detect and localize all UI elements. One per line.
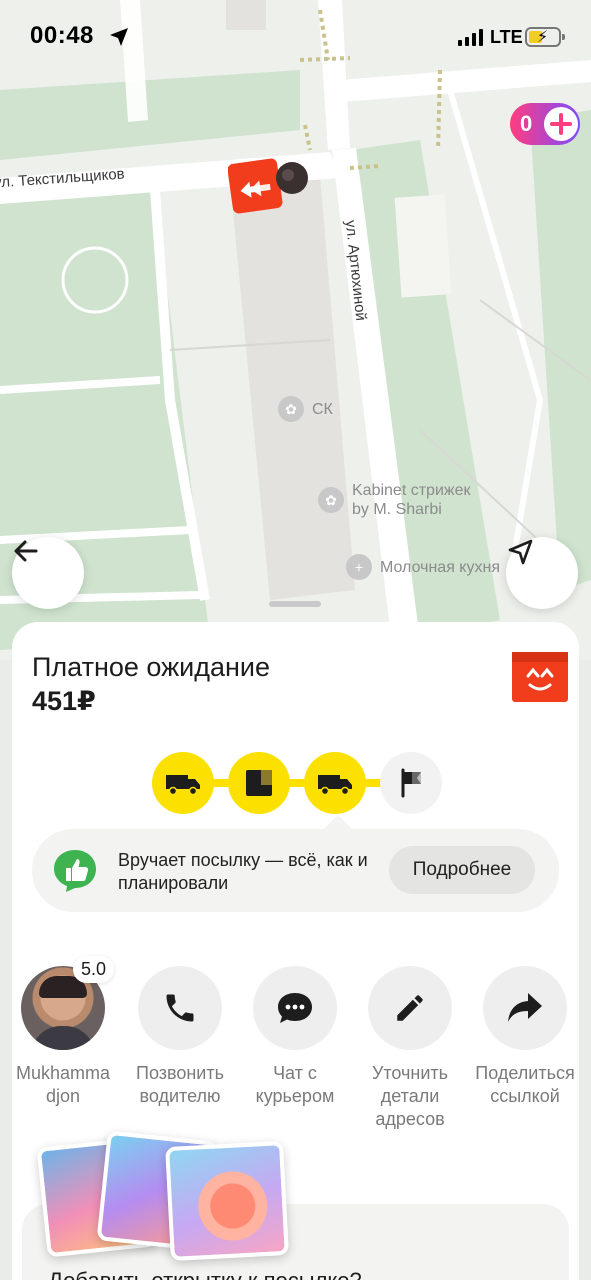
courier-rating: 5.0 bbox=[73, 956, 115, 983]
plus-icon bbox=[544, 107, 578, 141]
back-button[interactable] bbox=[12, 537, 84, 609]
battery-icon: ⚡ bbox=[525, 27, 565, 47]
share-link-label: Поделиться ссылкой bbox=[475, 1063, 575, 1106]
step-delivered bbox=[380, 752, 442, 814]
signal-icon bbox=[458, 29, 483, 46]
status-info-text: Вручает посылку — всё, как и планировали bbox=[118, 850, 368, 893]
courier-name: Mukhamma djon bbox=[15, 1063, 111, 1106]
pencil-icon bbox=[397, 995, 423, 1021]
network-type: LTE bbox=[490, 27, 523, 47]
poi-sk[interactable]: ✿ СК bbox=[278, 396, 333, 422]
details-button[interactable]: Подробнее bbox=[389, 846, 535, 894]
poi-kabinet[interactable]: ✿ Kabinet стрижек by M. Sharbi bbox=[318, 481, 470, 519]
order-price: 451₽ bbox=[32, 686, 96, 716]
postcard-promo[interactable]: Добавить открытку к посылке? bbox=[22, 1130, 569, 1280]
sheet-drag-handle[interactable] bbox=[269, 601, 321, 607]
avatar[interactable]: 5.0 bbox=[21, 956, 115, 1050]
phone-icon bbox=[166, 994, 194, 1022]
postcard-image bbox=[165, 1140, 289, 1262]
lotus-icon: ✿ bbox=[318, 487, 344, 513]
postcard-promo-title: Добавить открытку к посылке? bbox=[48, 1268, 362, 1280]
order-sheet: Платное ожидание 451₽ Вручает посылку — … bbox=[12, 622, 579, 1280]
clock: 00:48 bbox=[30, 22, 94, 49]
share-icon bbox=[508, 993, 542, 1022]
call-driver-label: Позвонить водителю bbox=[136, 1063, 224, 1106]
box-icon bbox=[246, 770, 272, 796]
flag-icon bbox=[401, 768, 421, 798]
chat-courier-label: Чат с курьером bbox=[255, 1063, 335, 1106]
step-pickup bbox=[152, 752, 214, 814]
order-status-title: Платное ожидание bbox=[32, 652, 271, 682]
plus-icon: + bbox=[346, 554, 372, 580]
step-in-transit bbox=[304, 752, 366, 814]
edit-address-label: Уточнить детали адресов bbox=[371, 1063, 449, 1129]
truck-icon bbox=[166, 775, 200, 795]
status-info-card: Вручает посылку — всё, как и планировали… bbox=[32, 814, 559, 912]
my-location-button[interactable] bbox=[506, 537, 578, 609]
chat-courier-button[interactable]: Чат с курьером bbox=[237, 966, 353, 1108]
poi-label: Kabinet стрижек by M. Sharbi bbox=[352, 482, 471, 518]
plus-count: 0 bbox=[520, 111, 533, 136]
poi-milk-kitchen[interactable]: + Молочная кухня bbox=[346, 554, 500, 580]
map-canvas bbox=[0, 0, 591, 650]
chat-icon bbox=[278, 993, 312, 1023]
poi-label: СК bbox=[312, 400, 333, 418]
share-link-button[interactable]: Поделиться ссылкой bbox=[467, 966, 583, 1108]
call-driver-button[interactable]: Позвонить водителю bbox=[122, 966, 238, 1108]
delivery-progress bbox=[152, 752, 442, 814]
plus-points-badge[interactable]: 0 bbox=[510, 103, 580, 145]
arrow-left-icon bbox=[14, 540, 38, 562]
location-arrow-icon bbox=[110, 28, 128, 46]
map-view[interactable]: ул. Текстильщиков ул. Артюхиной ✿ СК ✿ K… bbox=[0, 0, 591, 660]
truck-icon bbox=[318, 775, 352, 795]
thumbs-up-icon bbox=[54, 850, 96, 892]
status-bar: 00:48 LTE ⚡ bbox=[0, 0, 591, 74]
action-row: 5.0 Mukhamma djon Позвонить водителю Чат… bbox=[12, 956, 579, 1146]
edit-address-button[interactable]: Уточнить детали адресов bbox=[352, 966, 468, 1131]
parcel-box-icon bbox=[512, 652, 568, 702]
lotus-icon: ✿ bbox=[278, 396, 304, 422]
poi-label: Молочная кухня bbox=[380, 558, 500, 576]
navigation-arrow-icon bbox=[508, 539, 533, 565]
progress-line bbox=[182, 779, 412, 787]
courier-profile[interactable]: 5.0 Mukhamma djon bbox=[5, 956, 121, 1108]
step-parcel bbox=[228, 752, 290, 814]
